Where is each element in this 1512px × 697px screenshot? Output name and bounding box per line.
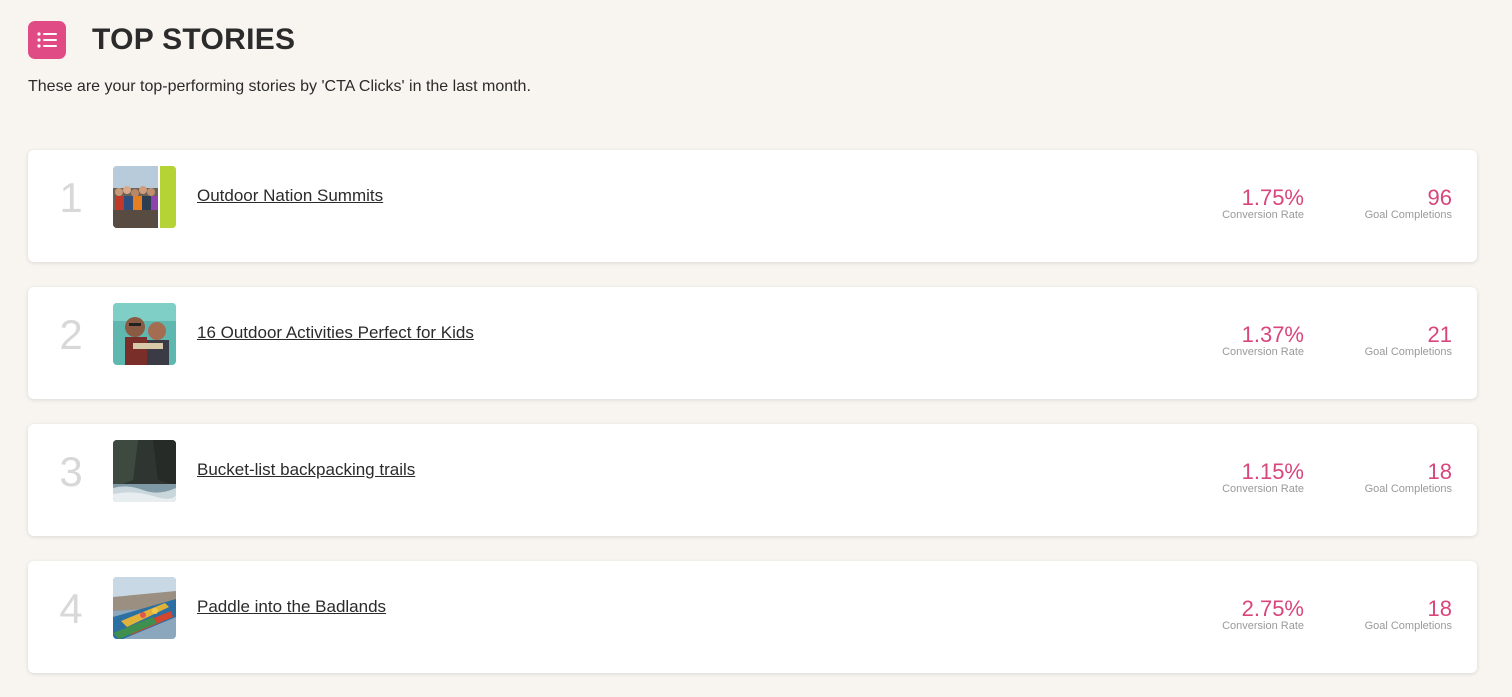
story-thumbnail[interactable] bbox=[113, 303, 176, 365]
goal-completions-label: Goal Completions bbox=[1364, 346, 1452, 358]
conversion-rate-label: Conversion Rate bbox=[1222, 346, 1304, 358]
conversion-rate-metric: 2.75% Conversion Rate bbox=[1222, 596, 1304, 633]
goal-completions-label: Goal Completions bbox=[1364, 483, 1452, 495]
story-rank: 1 bbox=[59, 174, 83, 221]
story-title-link[interactable]: Bucket-list backpacking trails bbox=[197, 460, 415, 480]
goal-completions-metric: 21 Goal Completions bbox=[1364, 322, 1452, 359]
story-rank: 3 bbox=[59, 448, 83, 495]
conversion-rate-label: Conversion Rate bbox=[1222, 620, 1304, 632]
stories-list: 1 Outdoor Nation Summits 1.75% Conversio… bbox=[28, 150, 1477, 697]
story-card: 3 Bucket-list backpacking trails 1.15% C… bbox=[28, 424, 1477, 536]
goal-completions-metric: 96 Goal Completions bbox=[1364, 185, 1452, 222]
conversion-rate-metric: 1.75% Conversion Rate bbox=[1222, 185, 1304, 222]
story-thumbnail[interactable] bbox=[113, 440, 176, 502]
page-title: TOP STORIES bbox=[92, 23, 296, 56]
story-thumbnail[interactable] bbox=[113, 166, 176, 228]
story-title-link[interactable]: Outdoor Nation Summits bbox=[197, 186, 383, 206]
story-thumbnail[interactable] bbox=[113, 577, 176, 639]
goal-completions-value: 21 bbox=[1427, 322, 1452, 347]
conversion-rate-value: 1.15% bbox=[1241, 459, 1304, 484]
conversion-rate-value: 1.37% bbox=[1241, 322, 1304, 347]
story-rank: 2 bbox=[59, 311, 83, 358]
list-icon bbox=[28, 21, 66, 59]
story-card: 2 16 Outdoor Activities Perfect for Kids… bbox=[28, 287, 1477, 399]
goal-completions-metric: 18 Goal Completions bbox=[1364, 459, 1452, 496]
story-title-link[interactable]: Paddle into the Badlands bbox=[197, 597, 386, 617]
goal-completions-value: 18 bbox=[1427, 596, 1452, 621]
goal-completions-value: 18 bbox=[1427, 459, 1452, 484]
conversion-rate-metric: 1.15% Conversion Rate bbox=[1222, 459, 1304, 496]
conversion-rate-value: 2.75% bbox=[1241, 596, 1304, 621]
goal-completions-value: 96 bbox=[1427, 185, 1452, 210]
story-card: 4 Paddle into the Badlands 2.75% Convers bbox=[28, 561, 1477, 673]
conversion-rate-value: 1.75% bbox=[1241, 185, 1304, 210]
conversion-rate-label: Conversion Rate bbox=[1222, 209, 1304, 221]
story-card: 1 Outdoor Nation Summits 1.75% Conversio… bbox=[28, 150, 1477, 262]
conversion-rate-metric: 1.37% Conversion Rate bbox=[1222, 322, 1304, 359]
conversion-rate-label: Conversion Rate bbox=[1222, 483, 1304, 495]
goal-completions-label: Goal Completions bbox=[1364, 620, 1452, 632]
page-subtitle: These are your top-performing stories by… bbox=[28, 78, 531, 95]
story-title-link[interactable]: 16 Outdoor Activities Perfect for Kids bbox=[197, 323, 474, 343]
section-header: TOP STORIES bbox=[28, 20, 295, 60]
top-stories-page: TOP STORIES These are your top-performin… bbox=[0, 0, 1512, 697]
goal-completions-label: Goal Completions bbox=[1364, 209, 1452, 221]
story-rank: 4 bbox=[59, 585, 83, 632]
goal-completions-metric: 18 Goal Completions bbox=[1364, 596, 1452, 633]
